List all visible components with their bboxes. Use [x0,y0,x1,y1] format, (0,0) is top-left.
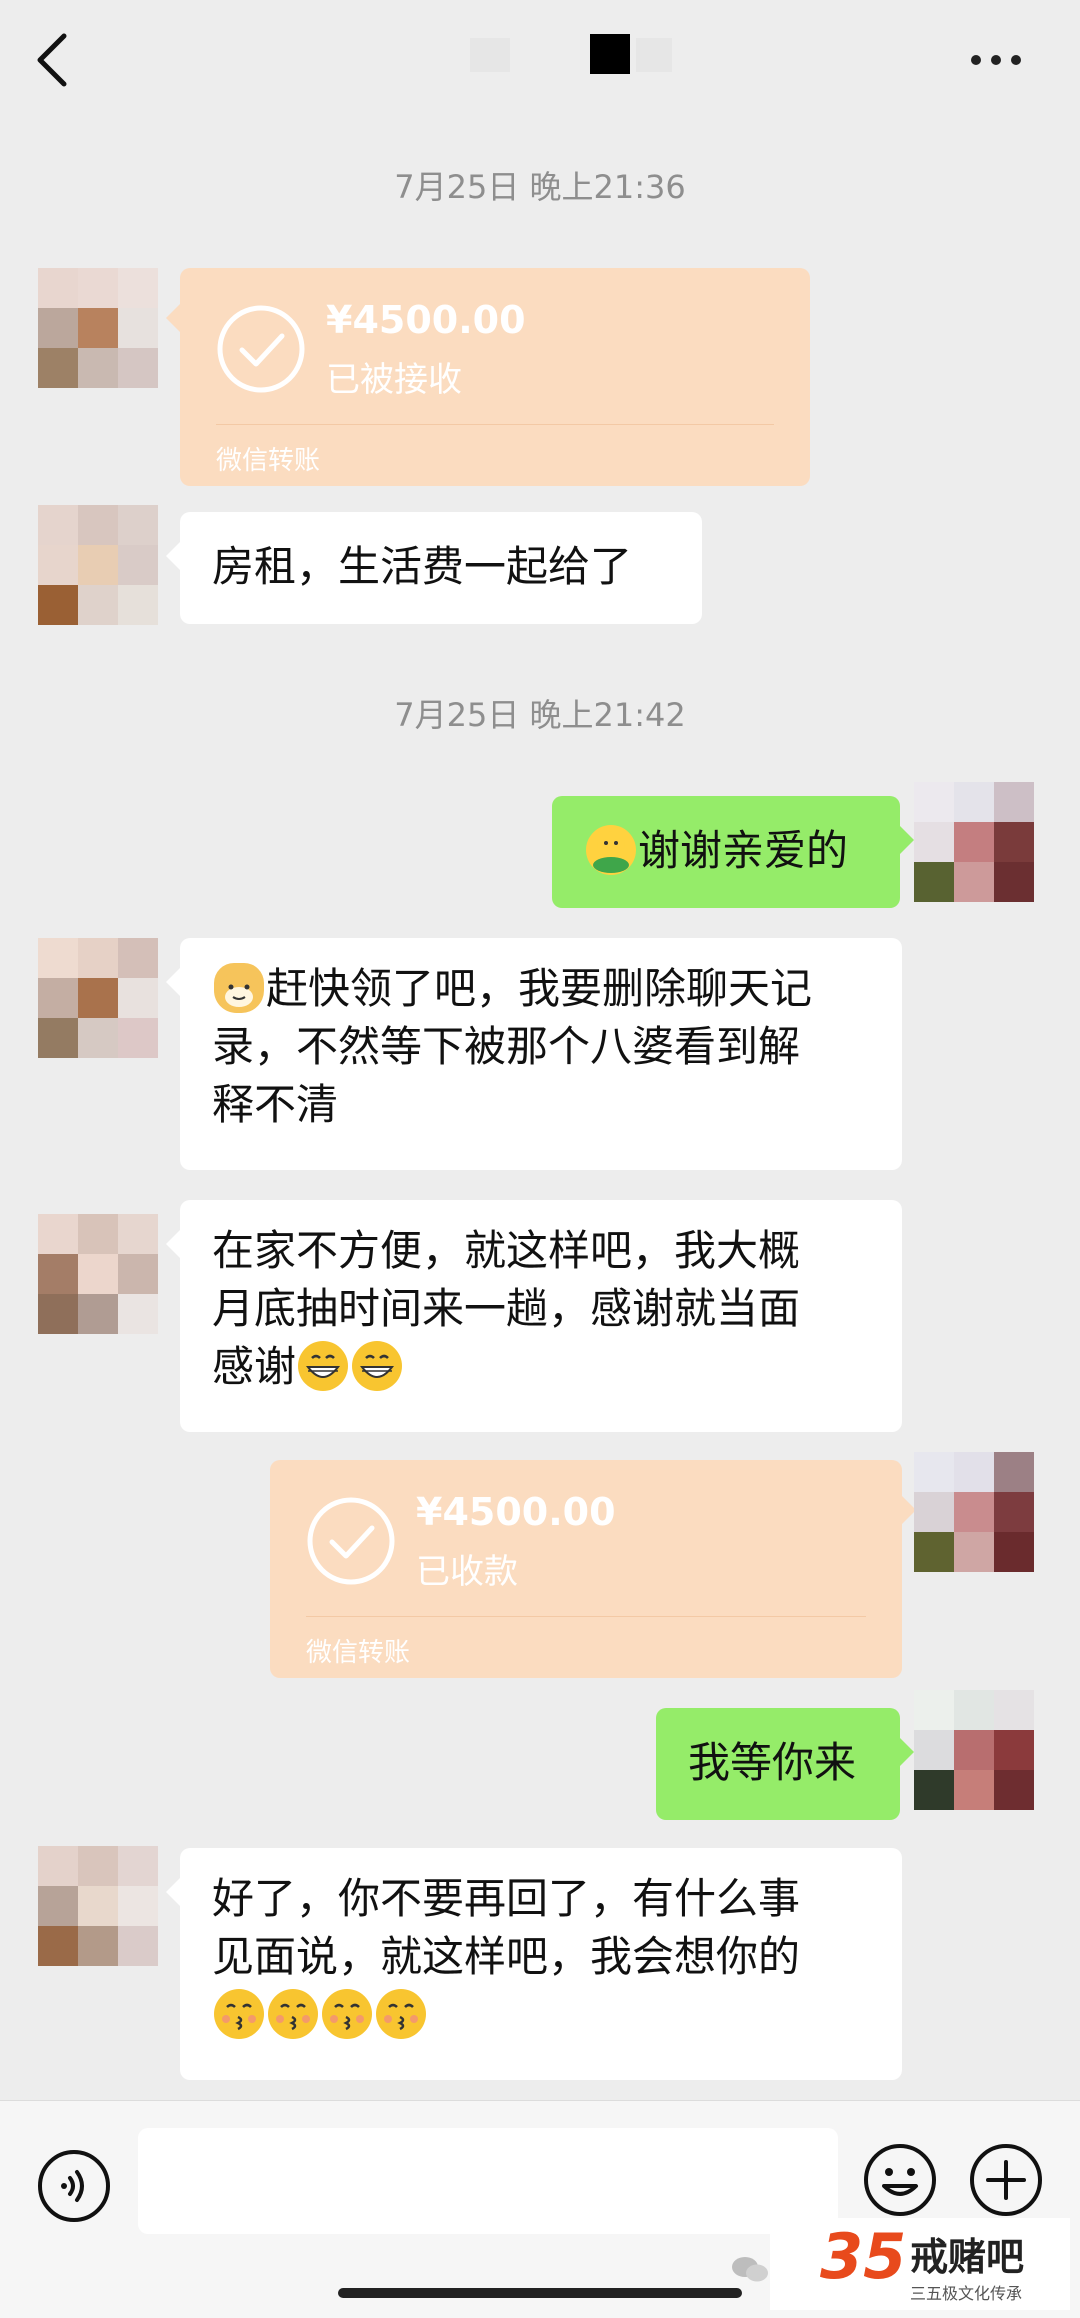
message-timestamp: 7月25日 晚上21:36 [394,168,686,206]
wechat-logo-icon [732,2257,768,2282]
message-bubble[interactable]: 我等你来 [656,1708,914,1820]
message-text: 房租，生活费一起给了 [212,542,633,591]
chat-header [0,0,1080,118]
divider [306,1616,866,1617]
more-dots-icon[interactable] [966,40,1026,80]
kissing-emoji [268,1989,318,2039]
message-bubble[interactable]: 谢谢亲爱的 [552,796,914,908]
message-text-line: 赶快领了吧，我要删除聊天记 [266,964,813,1013]
contact-avatar[interactable] [38,938,158,1058]
watermark-logo: 35 戒赌吧 三五极文化传承 [770,2218,1070,2310]
emoji-icon[interactable] [862,2142,938,2218]
contact-name-redacted [590,34,630,74]
contact-name-blur [470,38,510,72]
self-avatar[interactable] [914,1452,1034,1572]
message-text-line: 月底抽时间来一趟，感谢就当面 [212,1284,801,1333]
watermark-number: 35 [820,2220,907,2293]
watermark-subtitle: 三五极文化传承 [910,2284,1023,2303]
contact-avatar[interactable] [38,1214,158,1334]
contact-avatar[interactable] [38,268,158,388]
plus-icon[interactable] [968,2142,1044,2218]
transfer-status: 已收款 [416,1552,518,1592]
chevron-left-icon[interactable] [30,30,74,90]
grinning-emoji [352,1341,403,1391]
hugging-emoji [586,825,636,875]
kissing-emoji [214,1989,264,2039]
transfer-footer: 微信转账 [306,1638,411,1668]
message-bubble[interactable]: 赶快领了吧，我要删除聊天记 录，不然等下被那个八婆看到解 释不清 [166,938,902,1170]
contact-avatar[interactable] [38,505,158,625]
message-text-line: 释不清 [212,1080,339,1129]
message-text-line: 见面说，就这样吧，我会想你的 [212,1932,801,1981]
message-bubble[interactable]: 房租，生活费一起给了 [166,512,702,624]
transfer-status: 已被接收 [326,360,462,400]
self-avatar[interactable] [914,1690,1034,1810]
message-bubble[interactable]: 好了，你不要再回了，有什么事 见面说，就这样吧，我会想你的 [166,1848,902,2080]
message-bubble[interactable]: 在家不方便，就这样吧，我大概 月底抽时间来一趟，感谢就当面 感谢 [166,1200,902,1432]
self-avatar[interactable] [914,782,1034,902]
voice-icon[interactable] [36,2148,112,2224]
transfer-card[interactable]: ¥4500.00 已被接收 微信转账 [166,268,810,486]
message-input[interactable] [138,2128,838,2234]
message-text: 我等你来 [688,1738,857,1787]
home-indicator [338,2288,742,2298]
contact-avatar[interactable] [38,1846,158,1966]
check-circle-icon [307,1497,395,1585]
divider [216,424,774,425]
cat-face-emoji [214,963,264,1013]
kissing-emoji [322,1989,372,2039]
watermark-name: 戒赌吧 [910,2235,1025,2279]
message-text-line: 好了，你不要再回了，有什么事 [212,1874,801,1923]
transfer-footer: 微信转账 [216,446,321,476]
message-timestamp: 7月25日 晚上21:42 [394,696,686,734]
message-text-line: 在家不方便，就这样吧，我大概 [212,1226,801,1275]
grinning-emoji [298,1341,349,1391]
message-text-line: 感谢 [212,1342,297,1391]
transfer-amount: ¥4500.00 [416,1490,616,1534]
transfer-card[interactable]: ¥4500.00 已收款 微信转账 [270,1460,916,1678]
contact-name-blur [636,38,672,72]
message-text-line: 录，不然等下被那个八婆看到解 [212,1022,801,1071]
message-text: 谢谢亲爱的 [638,826,849,875]
kissing-emoji [376,1989,426,2039]
check-circle-icon [217,305,305,393]
transfer-amount: ¥4500.00 [326,298,526,342]
